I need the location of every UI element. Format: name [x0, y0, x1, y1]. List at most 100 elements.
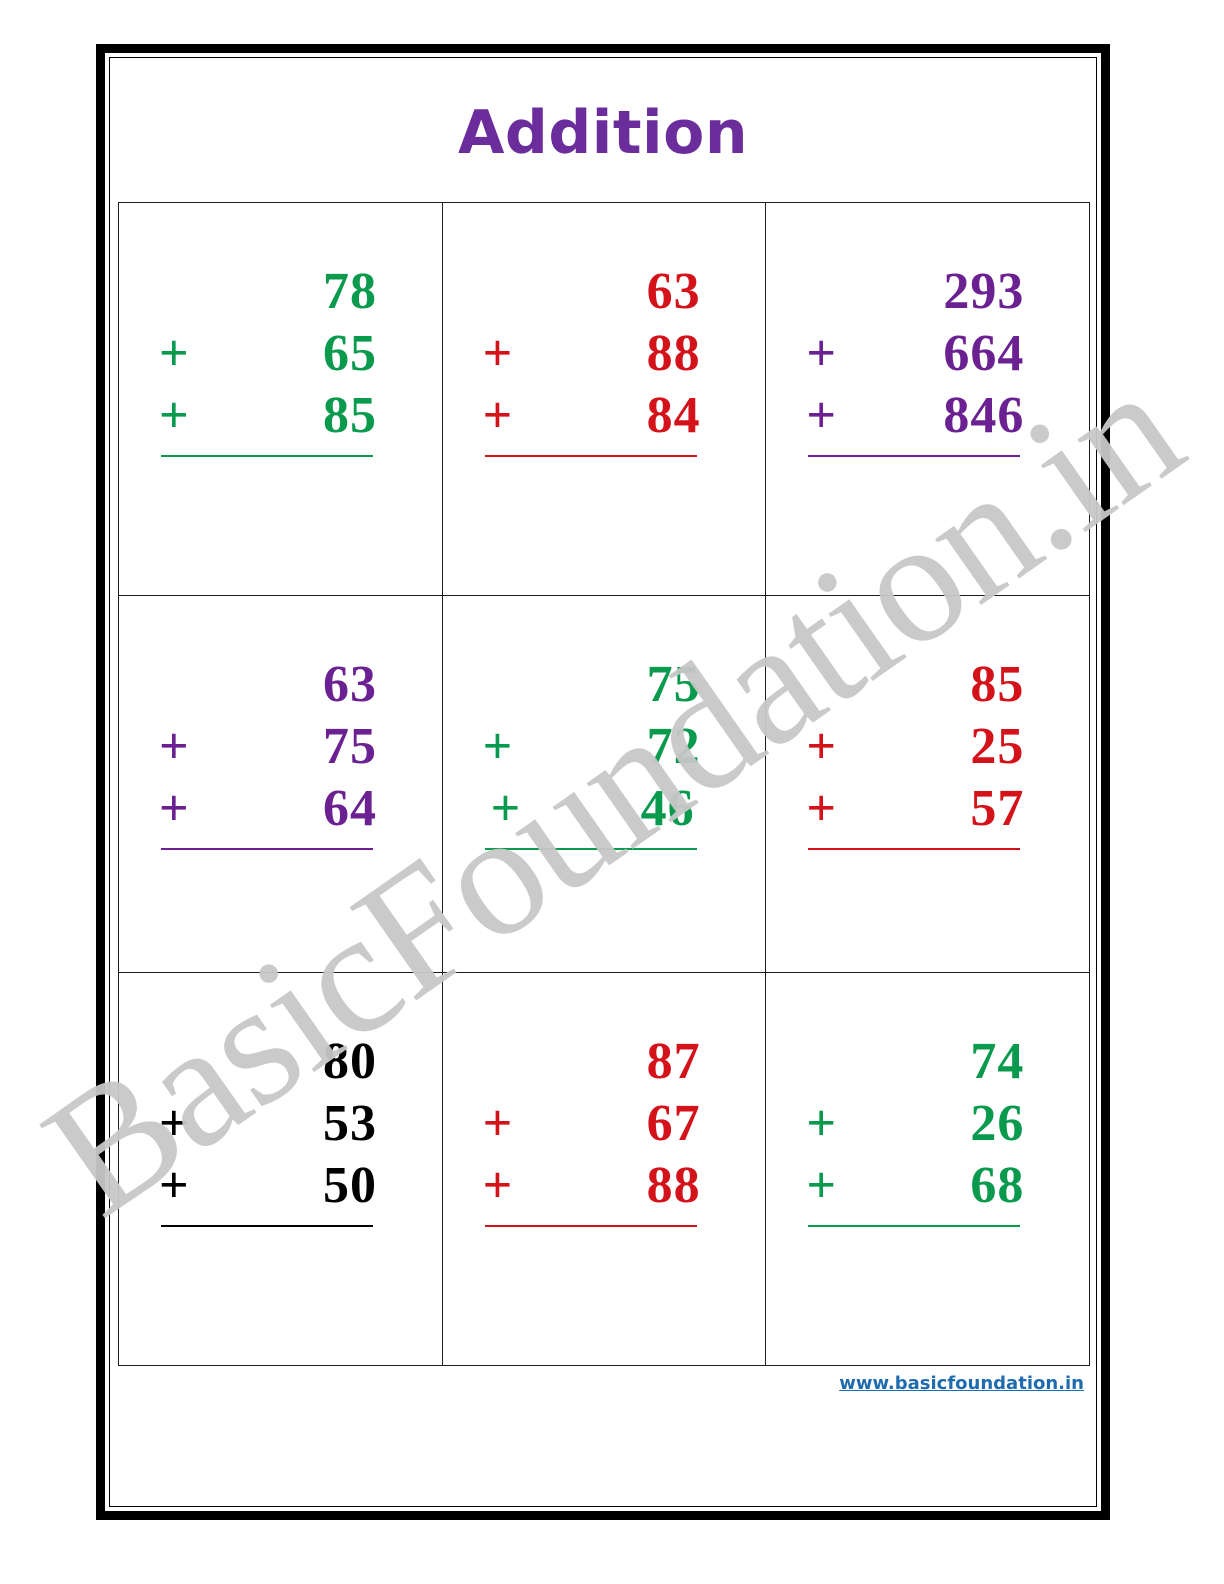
addition-problem: 74 + 26 + 68 [766, 973, 1089, 1365]
addend-row-3: + 88 [479, 1155, 729, 1217]
addend-3: 46 [640, 780, 695, 837]
addition-problem: 85 + 25 + 57 [766, 596, 1089, 972]
addend-2: 67 [646, 1095, 701, 1152]
plus-operator-icon: + [159, 387, 189, 444]
problem-cell-6: 85 + 25 + 57 [765, 595, 1090, 973]
addend-row-3: + 846 [802, 385, 1052, 447]
addend-1: 63 [323, 656, 377, 713]
addition-problem: 63 + 75 + 64 [119, 596, 442, 972]
addition-problem: 63 + 88 + 84 [443, 203, 766, 595]
problems-grid: 78 + 65 + 85 63 + 88 + 84 293 + 664 + 84… [118, 202, 1090, 1366]
addend-row-1: 75 [479, 654, 729, 716]
addend-row-2: + 664 [802, 323, 1052, 385]
addend-row-2: + 25 [802, 716, 1052, 778]
answer-line[interactable] [484, 1225, 697, 1227]
addend-3: 846 [943, 387, 1025, 444]
addend-row-2: + 53 [155, 1093, 405, 1155]
addition-problem: 75 + 72 + 46 [443, 596, 766, 972]
addend-row-2: + 75 [155, 716, 405, 778]
page-title: Addition [457, 98, 749, 168]
addend-row-2: + 88 [479, 323, 729, 385]
worksheet-content: Addition 78 + 65 + 85 63 + 88 + 84 293 +… [110, 58, 1096, 1506]
addend-row-2: + 26 [802, 1093, 1052, 1155]
addend-row-1: 74 [802, 1031, 1052, 1093]
addend-2: 65 [323, 325, 377, 382]
addend-2: 88 [646, 325, 701, 382]
addend-row-2: + 65 [155, 323, 405, 385]
addition-problem: 87 + 67 + 88 [443, 973, 766, 1365]
addition-problem: 293 + 664 + 846 [766, 203, 1089, 595]
problem-cell-4: 63 + 75 + 64 [118, 595, 443, 973]
footer: www.basicfoundation.in [839, 1373, 1084, 1394]
addend-row-3: + 57 [802, 778, 1052, 840]
addend-row-1: 293 [802, 261, 1052, 323]
problem-cell-9: 74 + 26 + 68 [765, 972, 1090, 1366]
addend-row-3: + 85 [155, 385, 405, 447]
answer-line[interactable] [161, 455, 373, 457]
plus-operator-icon: + [159, 325, 189, 382]
plus-operator-icon: + [159, 1095, 189, 1152]
addend-row-3: + 46 [479, 778, 729, 840]
website-link-domain: basicfoundation.in [894, 1373, 1084, 1394]
plus-operator-icon: + [482, 1157, 513, 1214]
problem-cell-7: 80 + 53 + 50 [118, 972, 443, 1366]
addend-1: 63 [646, 263, 701, 320]
problem-cell-3: 293 + 664 + 846 [765, 202, 1090, 596]
addition-problem: 80 + 53 + 50 [119, 973, 442, 1365]
addend-2: 664 [943, 325, 1025, 382]
addend-1: 78 [323, 263, 377, 320]
addend-row-1: 63 [155, 654, 405, 716]
addend-row-3: + 68 [802, 1155, 1052, 1217]
addend-row-3: + 50 [155, 1155, 405, 1217]
addend-1: 87 [646, 1033, 701, 1090]
plus-operator-icon: + [806, 325, 836, 382]
plus-operator-icon: + [482, 1095, 513, 1152]
addend-row-1: 80 [155, 1031, 405, 1093]
worksheet-page: BasicFoundation.in Addition 78 + 65 + 85… [0, 0, 1224, 1584]
addend-row-3: + 84 [479, 385, 729, 447]
plus-operator-icon: + [159, 718, 189, 775]
answer-line[interactable] [808, 455, 1021, 457]
addend-row-3: + 64 [155, 778, 405, 840]
answer-line[interactable] [808, 848, 1021, 850]
plus-operator-icon: + [806, 1157, 836, 1214]
table-row: 80 + 53 + 50 87 + 67 + 88 74 + 26 + 68 [118, 972, 1090, 1366]
addend-1: 85 [970, 656, 1025, 713]
table-row: 63 + 75 + 64 75 + 72 + 46 85 + 25 + 57 [118, 595, 1090, 973]
addend-3: 85 [323, 387, 377, 444]
answer-line[interactable] [161, 848, 373, 850]
addend-1: 75 [646, 656, 701, 713]
plus-operator-icon: + [806, 1095, 836, 1152]
addend-row-1: 78 [155, 261, 405, 323]
problem-cell-2: 63 + 88 + 84 [441, 202, 767, 596]
addend-1: 293 [943, 263, 1025, 320]
plus-operator-icon: + [490, 780, 521, 837]
plus-operator-icon: + [806, 718, 836, 775]
addition-problem: 78 + 65 + 85 [119, 203, 442, 595]
addend-3: 50 [323, 1157, 377, 1214]
plus-operator-icon: + [482, 718, 513, 775]
addend-2: 75 [323, 718, 377, 775]
addend-2: 72 [646, 718, 701, 775]
problem-cell-5: 75 + 72 + 46 [441, 595, 767, 973]
addend-1: 74 [970, 1033, 1025, 1090]
addend-row-1: 85 [802, 654, 1052, 716]
plus-operator-icon: + [159, 1157, 189, 1214]
answer-line[interactable] [808, 1225, 1021, 1227]
problem-cell-8: 87 + 67 + 88 [441, 972, 767, 1366]
addend-3: 57 [970, 780, 1025, 837]
addend-row-1: 63 [479, 261, 729, 323]
addend-row-2: + 67 [479, 1093, 729, 1155]
answer-line[interactable] [161, 1225, 373, 1227]
plus-operator-icon: + [482, 325, 513, 382]
addend-3: 84 [646, 387, 701, 444]
plus-operator-icon: + [806, 387, 836, 444]
problem-cell-1: 78 + 65 + 85 [118, 202, 443, 596]
addend-3: 88 [646, 1157, 701, 1214]
plus-operator-icon: + [806, 780, 836, 837]
addend-row-2: + 72 [479, 716, 729, 778]
answer-line[interactable] [484, 848, 697, 850]
answer-line[interactable] [484, 455, 697, 457]
website-link[interactable]: www.basicfoundation.in [839, 1373, 1084, 1394]
table-row: 78 + 65 + 85 63 + 88 + 84 293 + 664 + 84… [118, 202, 1090, 596]
